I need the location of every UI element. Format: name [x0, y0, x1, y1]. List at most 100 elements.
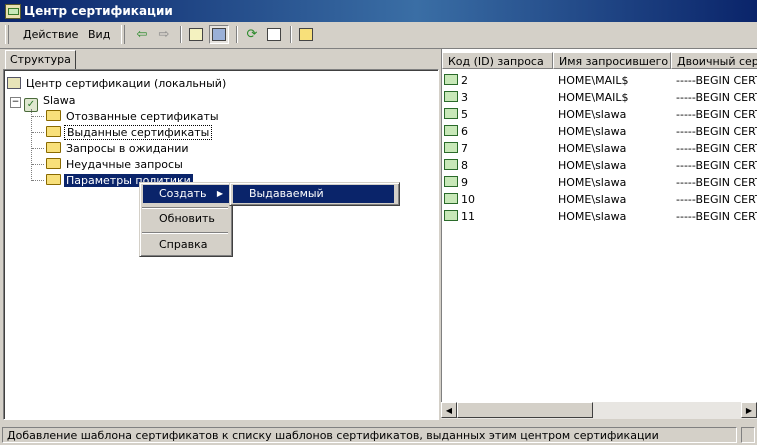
tree-connector: [32, 148, 44, 149]
toolbar-separator: [180, 26, 182, 43]
table-row[interactable]: 7 HOME\slawa -----BEGIN CERTI: [444, 140, 757, 157]
cell-request-id: 2: [444, 72, 553, 89]
cell-requester-name: HOME\slawa: [558, 176, 627, 189]
column-header-request-id[interactable]: Код (ID) запроса: [442, 52, 553, 69]
certificate-request-icon: [444, 193, 458, 204]
cell-requester-name: HOME\slawa: [558, 210, 627, 223]
table-row[interactable]: 3 HOME\MAIL$ -----BEGIN CERTI: [444, 89, 757, 106]
certificate-request-icon: [444, 142, 458, 153]
table-row[interactable]: 2 HOME\MAIL$ -----BEGIN CERTI: [444, 72, 757, 89]
folder-icon: [46, 158, 61, 169]
certificate-request-icon: [444, 159, 458, 170]
scroll-left-icon[interactable]: ◀: [441, 402, 457, 418]
cell-request-id: 7: [444, 140, 553, 157]
certificate-request-icon: [444, 108, 458, 119]
cell-request-id: 11: [444, 208, 553, 225]
tree-tabstrip: Структура: [0, 49, 440, 70]
tab-structure[interactable]: Структура: [5, 50, 76, 70]
toolbar-separator: [236, 26, 238, 43]
status-bar: Добавление шаблона сертификатов к списку…: [0, 425, 757, 445]
tree-item-issued[interactable]: Выданные сертификаты: [46, 125, 213, 140]
menu-action[interactable]: Действие: [21, 27, 80, 43]
cell-request-id: 5: [444, 106, 553, 123]
cell-binary-certificate: -----BEGIN CERTI: [676, 142, 757, 155]
tree-connector: [32, 116, 44, 117]
tree-item-pending[interactable]: Запросы в ожидании: [46, 141, 191, 156]
column-header-binary-cert[interactable]: Двоичный серти: [671, 52, 757, 69]
up-folder-icon[interactable]: [186, 25, 206, 44]
back-arrow-icon[interactable]: ⇦: [132, 25, 152, 44]
cell-requester-name: HOME\slawa: [558, 108, 627, 121]
tree-root-node[interactable]: Центр сертификации (локальный): [7, 76, 228, 91]
cell-request-id: 8: [444, 157, 553, 174]
window-title: Центр сертификации: [24, 4, 173, 18]
toolbar-grip-2[interactable]: [121, 25, 125, 44]
menu-separator: [142, 232, 228, 234]
tree-connector: [32, 180, 44, 181]
certification-authority-icon: [7, 77, 21, 89]
table-row[interactable]: 9 HOME\slawa -----BEGIN CERTI: [444, 174, 757, 191]
table-row[interactable]: 10 HOME\slawa -----BEGIN CERTI: [444, 191, 757, 208]
submenu-arrow-icon: ▶: [216, 189, 223, 198]
table-row[interactable]: 8 HOME\slawa -----BEGIN CERTI: [444, 157, 757, 174]
cell-binary-certificate: -----BEGIN CERTI: [676, 159, 757, 172]
certificate-request-icon: [444, 210, 458, 221]
show-hide-tree-icon[interactable]: [209, 25, 229, 44]
tree-connector: [32, 132, 44, 133]
status-text: Добавление шаблона сертификатов к списку…: [2, 427, 737, 443]
horizontal-scrollbar[interactable]: ◀ ▶: [441, 402, 757, 419]
cell-binary-certificate: -----BEGIN CERTI: [676, 108, 757, 121]
tree-item-revoked[interactable]: Отозванные сертификаты: [46, 109, 221, 124]
cell-request-id: 10: [444, 191, 553, 208]
tree-item-failed[interactable]: Неудачные запросы: [46, 157, 185, 172]
collapse-toggle-icon[interactable]: −: [10, 97, 21, 108]
cell-requester-name: HOME\slawa: [558, 159, 627, 172]
menu-separator: [142, 207, 228, 209]
folder-icon: [46, 174, 61, 185]
cell-requester-name: HOME\MAIL$: [558, 91, 629, 104]
tree-server-node[interactable]: ✓ Slawa: [24, 93, 78, 112]
column-header-requester-name[interactable]: Имя запросившего: [553, 52, 671, 69]
table-row[interactable]: 11 HOME\slawa -----BEGIN CERTI: [444, 208, 757, 225]
cell-requester-name: HOME\slawa: [558, 193, 627, 206]
menu-view[interactable]: Вид: [86, 27, 112, 43]
certificate-request-icon: [444, 91, 458, 102]
folder-icon: [46, 110, 61, 121]
cell-binary-certificate: -----BEGIN CERTI: [676, 91, 757, 104]
cell-request-id: 9: [444, 174, 553, 191]
tree-connector: [31, 109, 32, 181]
title-bar: Центр сертификации: [0, 0, 757, 22]
certificate-request-icon: [444, 125, 458, 136]
context-menu: Создать ▶ Обновить Справка: [139, 182, 233, 257]
folder-icon: [46, 126, 61, 137]
table-row[interactable]: 5 HOME\slawa -----BEGIN CERTI: [444, 106, 757, 123]
table-row[interactable]: 6 HOME\slawa -----BEGIN CERTI: [444, 123, 757, 140]
toolbar-separator: [290, 26, 292, 43]
export-list-icon[interactable]: [264, 25, 284, 44]
tree-connector: [32, 164, 44, 165]
status-pane-right: [741, 427, 755, 443]
certificate-request-icon: [444, 176, 458, 187]
help-icon[interactable]: [296, 25, 316, 44]
cell-request-id: 6: [444, 123, 553, 140]
context-menu-help[interactable]: Справка: [143, 236, 229, 254]
context-menu-create[interactable]: Создать ▶: [143, 185, 229, 203]
cell-binary-certificate: -----BEGIN CERTI: [676, 74, 757, 87]
cell-binary-certificate: -----BEGIN CERTI: [676, 210, 757, 223]
certificate-request-icon: [444, 74, 458, 85]
context-menu-refresh[interactable]: Обновить: [143, 210, 229, 228]
cell-binary-certificate: -----BEGIN CERTI: [676, 193, 757, 206]
submenu-issued-certificate[interactable]: Выдаваемый сертификат: [233, 185, 394, 218]
cell-binary-certificate: -----BEGIN CERTI: [676, 176, 757, 189]
scrollbar-thumb[interactable]: [457, 402, 593, 418]
list-pane[interactable]: Код (ID) запроса Имя запросившего Двоичн…: [441, 49, 757, 418]
cell-requester-name: HOME\MAIL$: [558, 74, 629, 87]
scroll-right-icon[interactable]: ▶: [741, 402, 757, 418]
toolbar-grip[interactable]: [5, 25, 9, 44]
cell-request-id: 3: [444, 89, 553, 106]
create-submenu: Выдаваемый сертификат: [229, 182, 400, 218]
cell-binary-certificate: -----BEGIN CERTI: [676, 125, 757, 138]
forward-arrow-icon[interactable]: ⇨: [154, 25, 174, 44]
menu-toolbar: Действие Вид ⇦ ⇨ ⟳: [0, 22, 757, 49]
refresh-icon[interactable]: ⟳: [242, 25, 262, 44]
